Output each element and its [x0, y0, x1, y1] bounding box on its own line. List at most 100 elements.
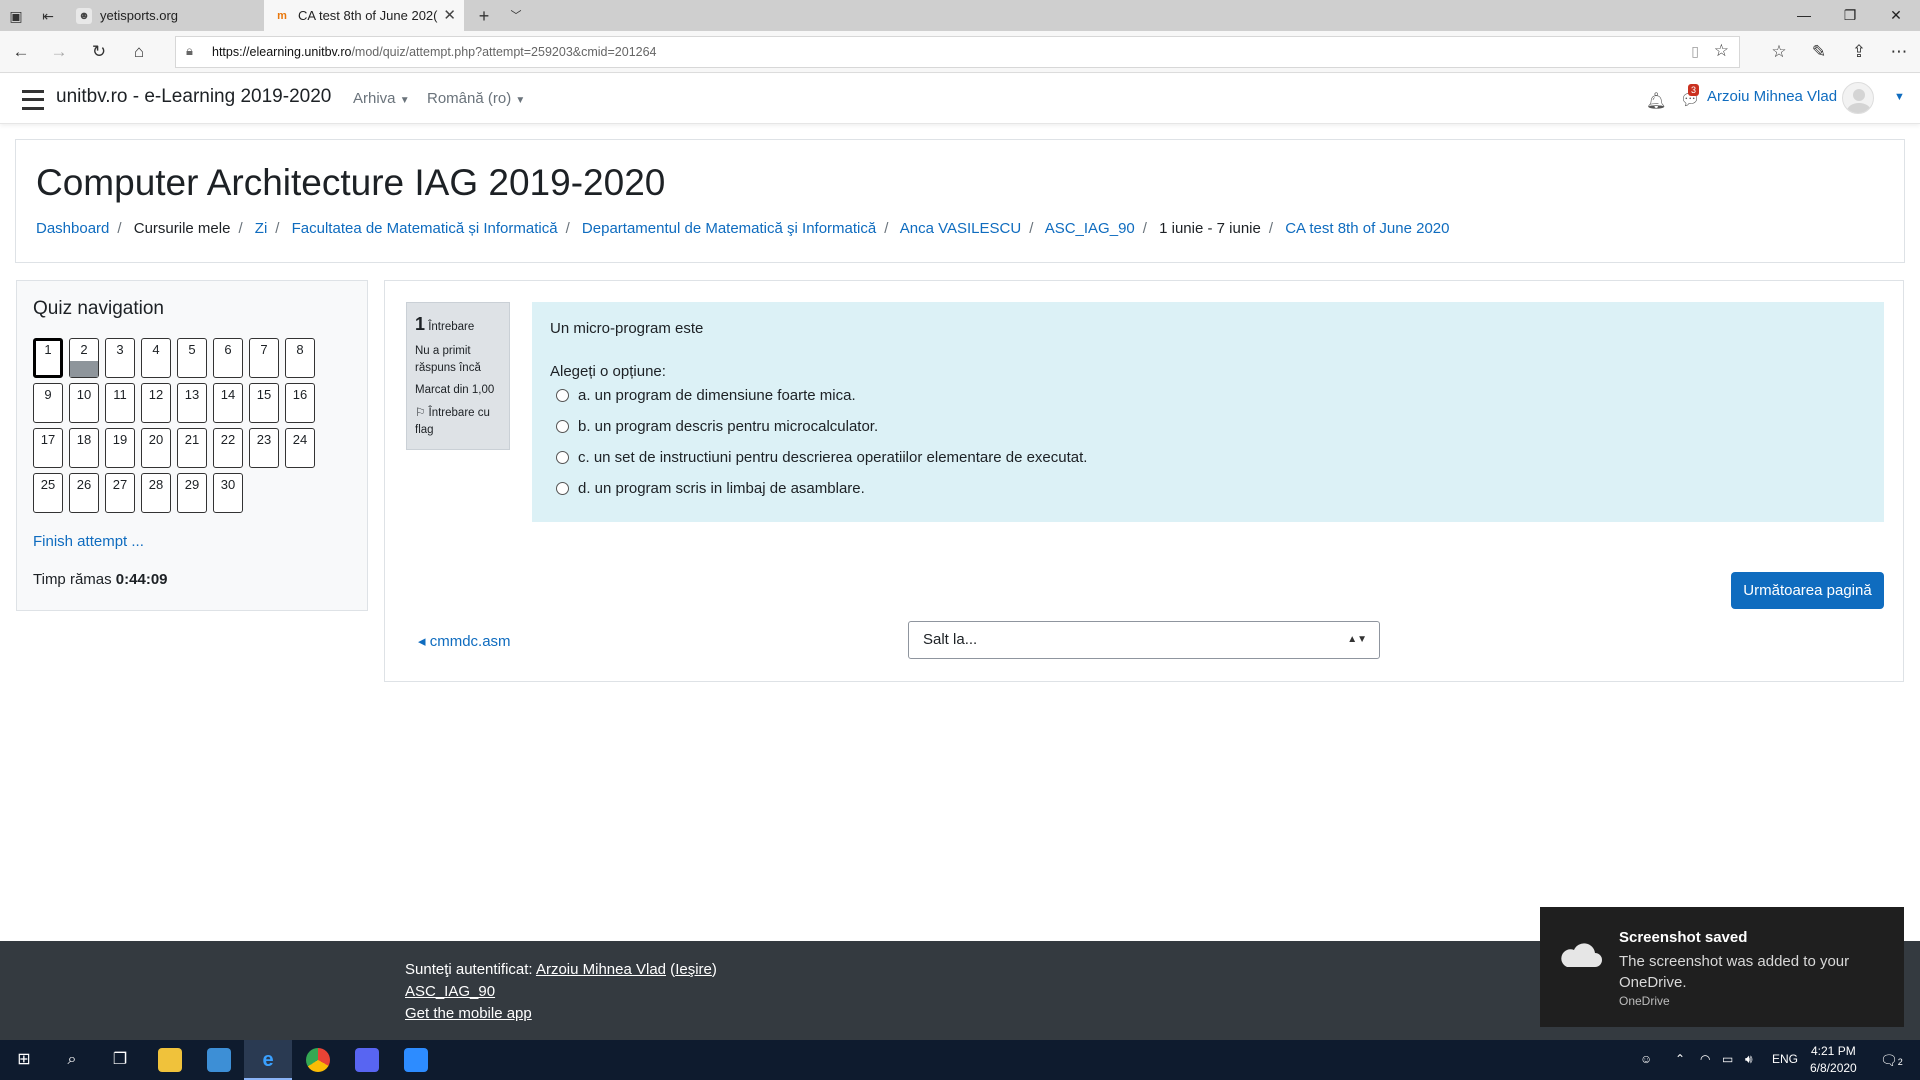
radio-button[interactable]: [556, 420, 569, 433]
radio-button[interactable]: [556, 482, 569, 495]
question-button-15[interactable]: 15: [249, 383, 279, 423]
breadcrumb-faculty[interactable]: Facultatea de Matematică și Informatică: [292, 220, 558, 237]
question-button-16[interactable]: 16: [285, 383, 315, 423]
tab-list-chevron-icon[interactable]: ﹀: [506, 6, 526, 26]
question-button-21[interactable]: 21: [177, 428, 207, 468]
window-close-icon[interactable]: ✕: [1873, 0, 1919, 31]
drawer-toggle-icon[interactable]: [22, 90, 44, 110]
question-button-26[interactable]: 26: [69, 473, 99, 513]
home-icon[interactable]: ⌂: [128, 41, 150, 63]
question-button-2[interactable]: 2: [69, 338, 99, 378]
address-bar[interactable]: 🔒︎ https://elearning.unitbv.ro/mod/quiz/…: [175, 36, 1740, 68]
language-indicator[interactable]: ENG: [1772, 1052, 1798, 1066]
question-button-29[interactable]: 29: [177, 473, 207, 513]
question-button-12[interactable]: 12: [141, 383, 171, 423]
avatar[interactable]: [1842, 82, 1874, 114]
task-view-icon[interactable]: ❐: [108, 1048, 132, 1072]
refresh-icon[interactable]: ↻: [88, 41, 110, 63]
breadcrumb-zi[interactable]: Zi: [255, 220, 268, 237]
answer-option-b[interactable]: b. un program descris pentru microcalcul…: [550, 411, 1866, 442]
windows-start-icon[interactable]: ⊞: [12, 1048, 36, 1072]
taskbar-clock[interactable]: 4:21 PM 6/8/2020: [1810, 1043, 1857, 1077]
finish-attempt-link[interactable]: Finish attempt ...: [33, 533, 144, 550]
notification-center-icon[interactable]: 🗨︎2: [1880, 1052, 1903, 1069]
question-button-7[interactable]: 7: [249, 338, 279, 378]
question-button-19[interactable]: 19: [105, 428, 135, 468]
question-button-14[interactable]: 14: [213, 383, 243, 423]
edge-icon[interactable]: e: [256, 1048, 280, 1072]
close-tab-icon[interactable]: ✕: [443, 0, 456, 31]
radio-button[interactable]: [556, 389, 569, 402]
breadcrumb-department[interactable]: Departamentul de Matematică şi Informati…: [582, 220, 876, 237]
answer-option-a[interactable]: a. un program de dimensiune foarte mica.: [550, 380, 1866, 411]
jump-to-select[interactable]: Salt la... ▲▼: [908, 621, 1380, 659]
language-menu[interactable]: Română (ro) ▼: [427, 90, 525, 107]
favorites-icon[interactable]: ☆: [1768, 41, 1790, 63]
mobile-app-link[interactable]: Get the mobile app: [405, 1005, 532, 1022]
archive-menu[interactable]: Arhiva ▼: [353, 90, 410, 107]
reading-view-icon[interactable]: ▯: [1691, 43, 1699, 60]
footer-course-link[interactable]: ASC_IAG_90: [405, 983, 495, 1000]
question-button-3[interactable]: 3: [105, 338, 135, 378]
discord-icon[interactable]: [355, 1048, 379, 1072]
question-button-25[interactable]: 25: [33, 473, 63, 513]
question-button-10[interactable]: 10: [69, 383, 99, 423]
tab-actions-icon[interactable]: ▣: [6, 6, 26, 26]
question-button-24[interactable]: 24: [285, 428, 315, 468]
tab-yetisports[interactable]: ☻ yetisports.org: [66, 0, 264, 31]
question-button-20[interactable]: 20: [141, 428, 171, 468]
answer-option-d[interactable]: d. un program scris in limbaj de asambla…: [550, 473, 1866, 504]
question-button-8[interactable]: 8: [285, 338, 315, 378]
favorite-star-icon[interactable]: ☆: [1714, 41, 1729, 61]
question-button-28[interactable]: 28: [141, 473, 171, 513]
set-aside-tabs-icon[interactable]: ⇤: [38, 6, 58, 26]
wifi-icon[interactable]: ◠: [1700, 1052, 1710, 1066]
tray-chevron-icon[interactable]: ⌃: [1675, 1052, 1685, 1066]
battery-icon[interactable]: ▭: [1722, 1052, 1733, 1066]
previous-activity-link[interactable]: ◂ cmmdc.asm: [418, 632, 511, 650]
bell-icon[interactable]: 🔔︎: [1646, 91, 1666, 111]
user-menu-caret-icon[interactable]: ▼: [1894, 91, 1905, 103]
forward-icon[interactable]: →: [48, 41, 70, 63]
question-button-13[interactable]: 13: [177, 383, 207, 423]
radio-button[interactable]: [556, 451, 569, 464]
question-button-11[interactable]: 11: [105, 383, 135, 423]
breadcrumb-teacher[interactable]: Anca VASILESCU: [900, 220, 1021, 237]
user-menu-name[interactable]: Arzoiu Mihnea Vlad: [1707, 88, 1837, 105]
question-button-9[interactable]: 9: [33, 383, 63, 423]
site-name[interactable]: unitbv.ro - e-Learning 2019-2020: [56, 86, 331, 108]
volume-icon[interactable]: 🔊︎: [1745, 1052, 1753, 1067]
people-icon[interactable]: ☺: [1640, 1052, 1652, 1066]
tab-ca-test[interactable]: m CA test 8th of June 202( ✕: [264, 0, 464, 31]
question-button-18[interactable]: 18: [69, 428, 99, 468]
answer-option-c[interactable]: c. un set de instructiuni pentru descrie…: [550, 442, 1866, 473]
footer-user-link[interactable]: Arzoiu Mihnea Vlad: [536, 961, 666, 978]
flag-question[interactable]: ⚐ Întrebare cu flag: [415, 405, 501, 438]
search-icon[interactable]: ⌕: [60, 1048, 84, 1072]
back-icon[interactable]: ←: [10, 41, 32, 63]
next-page-button[interactable]: Următoarea pagină: [1731, 572, 1884, 609]
file-explorer-icon[interactable]: [158, 1048, 182, 1072]
question-button-23[interactable]: 23: [249, 428, 279, 468]
store-icon[interactable]: [207, 1048, 231, 1072]
minimize-icon[interactable]: —: [1781, 0, 1827, 31]
share-icon[interactable]: ⇪: [1848, 41, 1870, 63]
question-button-5[interactable]: 5: [177, 338, 207, 378]
breadcrumb-quiz[interactable]: CA test 8th of June 2020: [1285, 220, 1449, 237]
breadcrumb-dashboard[interactable]: Dashboard: [36, 220, 109, 237]
logout-link[interactable]: Ieşire: [675, 961, 712, 978]
question-button-17[interactable]: 17: [33, 428, 63, 468]
new-tab-icon[interactable]: +: [474, 6, 494, 26]
question-button-1[interactable]: 1: [33, 338, 63, 378]
question-button-30[interactable]: 30: [213, 473, 243, 513]
chrome-icon[interactable]: [306, 1048, 330, 1072]
question-button-27[interactable]: 27: [105, 473, 135, 513]
breadcrumb-course[interactable]: ASC_IAG_90: [1045, 220, 1135, 237]
question-button-6[interactable]: 6: [213, 338, 243, 378]
question-button-4[interactable]: 4: [141, 338, 171, 378]
restore-icon[interactable]: ❐: [1827, 0, 1873, 31]
pen-icon[interactable]: ✎: [1808, 41, 1830, 63]
more-icon[interactable]: ⋯: [1888, 41, 1910, 63]
question-button-22[interactable]: 22: [213, 428, 243, 468]
onedrive-toast[interactable]: Screenshot saved The screenshot was adde…: [1540, 907, 1904, 1027]
